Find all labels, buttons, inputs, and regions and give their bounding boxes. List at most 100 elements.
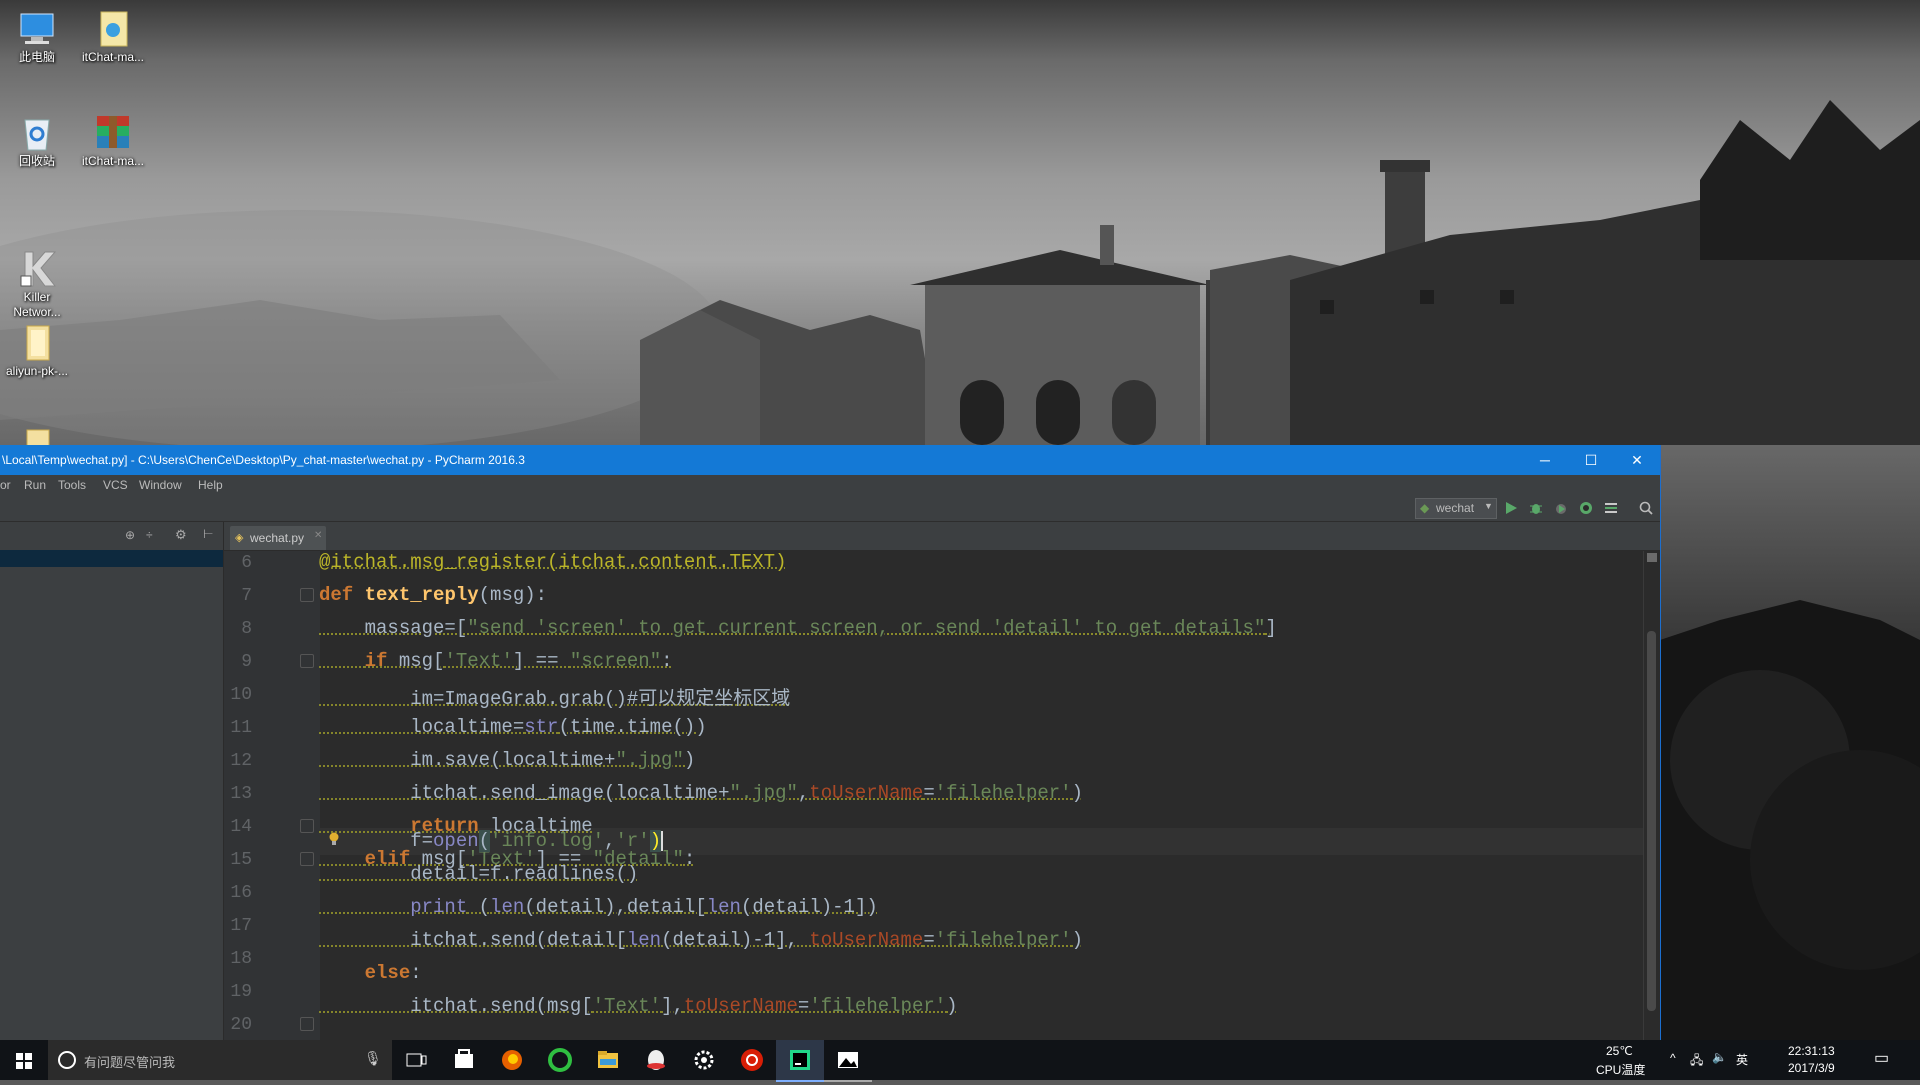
hide-panel-icon[interactable]: ⊢ bbox=[203, 527, 213, 541]
debug-icon[interactable] bbox=[1528, 500, 1544, 516]
pycharm-icon[interactable] bbox=[776, 1040, 824, 1082]
code-token: toUserName bbox=[809, 929, 923, 951]
scrollbar-thumb[interactable] bbox=[1647, 631, 1656, 1011]
line-number: 14 bbox=[224, 817, 252, 837]
profile-icon[interactable] bbox=[1578, 500, 1594, 516]
file-explorer-icon[interactable] bbox=[584, 1040, 632, 1080]
maximize-button[interactable]: ☐ bbox=[1568, 445, 1614, 475]
code-token: @itchat.msg_register(itchat.content.TEXT… bbox=[319, 551, 786, 573]
search-icon[interactable] bbox=[1638, 500, 1654, 516]
code-token: ) bbox=[684, 749, 695, 771]
tab-wechat-py[interactable]: ◈ wechat.py ✕ bbox=[230, 526, 326, 550]
code-token: len bbox=[627, 929, 661, 951]
structure-icon[interactable] bbox=[1603, 500, 1619, 516]
code-token: 'filehelper' bbox=[935, 929, 1072, 951]
this-pc-icon bbox=[17, 8, 57, 48]
cortana-search-box[interactable]: 有问题尽管问我 🎙 bbox=[48, 1040, 392, 1080]
code-token: itchat.send(msg[ bbox=[319, 995, 593, 1017]
menu-item-tools[interactable]: Tools bbox=[58, 478, 86, 492]
firefox-icon[interactable] bbox=[488, 1040, 536, 1080]
desktop-icon-killer-network[interactable]: Killer Networ... bbox=[0, 218, 80, 335]
close-button[interactable]: ✕ bbox=[1614, 445, 1660, 475]
coverage-icon[interactable] bbox=[1553, 500, 1569, 516]
code-token: 'filehelper' bbox=[935, 782, 1072, 804]
run-configuration-dropdown[interactable]: ◆ wechat ▼ bbox=[1415, 498, 1497, 519]
action-center-icon[interactable]: ▭ bbox=[1874, 1048, 1889, 1068]
code-token: (detail),detail[ bbox=[524, 896, 706, 918]
chevron-up-icon[interactable]: ^ bbox=[1670, 1051, 1676, 1065]
editor-scrollbar[interactable] bbox=[1643, 551, 1660, 1080]
fold-marker[interactable] bbox=[300, 819, 314, 833]
code-token: ) bbox=[650, 830, 661, 852]
menu-item-partial[interactable]: or bbox=[0, 478, 11, 492]
fold-marker[interactable] bbox=[300, 852, 314, 866]
line-number: 7 bbox=[224, 586, 252, 606]
code-token: , bbox=[604, 830, 615, 852]
clock-time[interactable]: 22:31:13 bbox=[1788, 1044, 1835, 1058]
code-token: text_reply bbox=[365, 584, 479, 606]
desktop-icon-recycle-bin[interactable]: 回收站 bbox=[0, 112, 80, 169]
window-title: \Local\Temp\wechat.py] - C:\Users\ChenCe… bbox=[2, 453, 525, 467]
menu-item-run[interactable]: Run bbox=[24, 478, 46, 492]
qq-icon[interactable] bbox=[632, 1040, 680, 1080]
code-token: msg[ bbox=[387, 650, 444, 672]
project-tool-window[interactable]: ⊕ ÷ ⚙ ⊢ bbox=[0, 522, 224, 1080]
cortana-icon bbox=[58, 1051, 76, 1069]
python-file-icon: ◈ bbox=[235, 531, 243, 544]
minimize-button[interactable]: ─ bbox=[1522, 445, 1568, 475]
360-browser-icon[interactable] bbox=[536, 1040, 584, 1080]
collapse-icon[interactable]: ÷ bbox=[146, 528, 153, 542]
project-tree-selected-row[interactable] bbox=[0, 550, 223, 567]
code-token: "send 'screen' to get current screen, or… bbox=[467, 617, 1265, 639]
code-line-11: localtime=str(time.time()) bbox=[319, 716, 707, 738]
code-token: ( bbox=[479, 830, 490, 852]
microphone-icon[interactable]: 🎙 bbox=[364, 1050, 382, 1067]
settings-icon[interactable]: ⊕ bbox=[125, 528, 135, 542]
run-icon[interactable] bbox=[1503, 500, 1519, 516]
start-button[interactable] bbox=[0, 1040, 48, 1080]
line-number: 9 bbox=[224, 652, 252, 672]
code-token bbox=[319, 650, 365, 672]
code-token: ] bbox=[1265, 617, 1276, 639]
fold-marker[interactable] bbox=[300, 588, 314, 602]
system-tray: 25℃ CPU温度 ^ 🖧 🔈 英 22:31:13 2017/3/9 ▭ bbox=[1590, 1040, 1920, 1080]
settings-icon[interactable] bbox=[680, 1040, 728, 1080]
netease-music-icon[interactable] bbox=[728, 1040, 776, 1080]
clock-date[interactable]: 2017/3/9 bbox=[1788, 1061, 1835, 1075]
code-token: else bbox=[365, 962, 411, 984]
ime-indicator[interactable]: 英 bbox=[1736, 1051, 1748, 1068]
line-number: 20 bbox=[224, 1015, 252, 1035]
window-titlebar[interactable]: \Local\Temp\wechat.py] - C:\Users\ChenCe… bbox=[0, 445, 1660, 475]
main-toolbar: ◆ wechat ▼ bbox=[0, 495, 1660, 522]
project-panel-header: ⊕ ÷ ⚙ ⊢ bbox=[0, 522, 223, 550]
folder-zip-icon bbox=[93, 8, 133, 48]
code-line-16-text: f=open('info.log','r') bbox=[319, 830, 663, 852]
desktop-icon-this-pc[interactable]: 此电脑 bbox=[0, 8, 80, 65]
code-token: = bbox=[923, 929, 934, 951]
code-editor[interactable]: 6 7 8 9 10 11 12 13 14 15 16 17 18 19 20… bbox=[224, 551, 1660, 1080]
menu-item-window[interactable]: Window bbox=[139, 478, 182, 492]
code-line-9: if msg['Text'] == "screen": bbox=[319, 650, 673, 672]
desktop-icon-itchat-rar[interactable]: itChat-ma... bbox=[70, 112, 156, 169]
windows-taskbar: 有问题尽管问我 🎙 25℃ CPU温度 ^ 🖧 🔈 英 22:31:13 201… bbox=[0, 1040, 1920, 1080]
desktop-icon-label: itChat-ma... bbox=[70, 154, 156, 169]
network-icon[interactable]: 🖧 bbox=[1690, 1051, 1703, 1072]
gear-icon[interactable]: ⚙ bbox=[175, 527, 187, 543]
code-token: len bbox=[707, 896, 741, 918]
volume-icon[interactable]: 🔈 bbox=[1712, 1050, 1727, 1064]
close-tab-icon[interactable]: ✕ bbox=[314, 530, 322, 541]
desktop-icon-itchat-zip[interactable]: itChat-ma... bbox=[70, 8, 156, 65]
code-token: ".jpg" bbox=[615, 749, 683, 771]
code-token: , bbox=[798, 782, 809, 804]
photos-icon[interactable] bbox=[824, 1040, 872, 1082]
code-token: ".jpg" bbox=[729, 782, 797, 804]
fold-marker[interactable] bbox=[300, 1017, 314, 1031]
code-token: ] == bbox=[513, 650, 570, 672]
desktop-icon-aliyun[interactable]: aliyun-pk-... bbox=[0, 322, 80, 379]
store-icon[interactable] bbox=[440, 1040, 488, 1080]
code-token: (msg): bbox=[479, 584, 547, 606]
menu-item-help[interactable]: Help bbox=[198, 478, 223, 492]
fold-marker[interactable] bbox=[300, 654, 314, 668]
task-view-icon[interactable] bbox=[392, 1040, 440, 1080]
menu-item-vcs[interactable]: VCS bbox=[103, 478, 128, 492]
